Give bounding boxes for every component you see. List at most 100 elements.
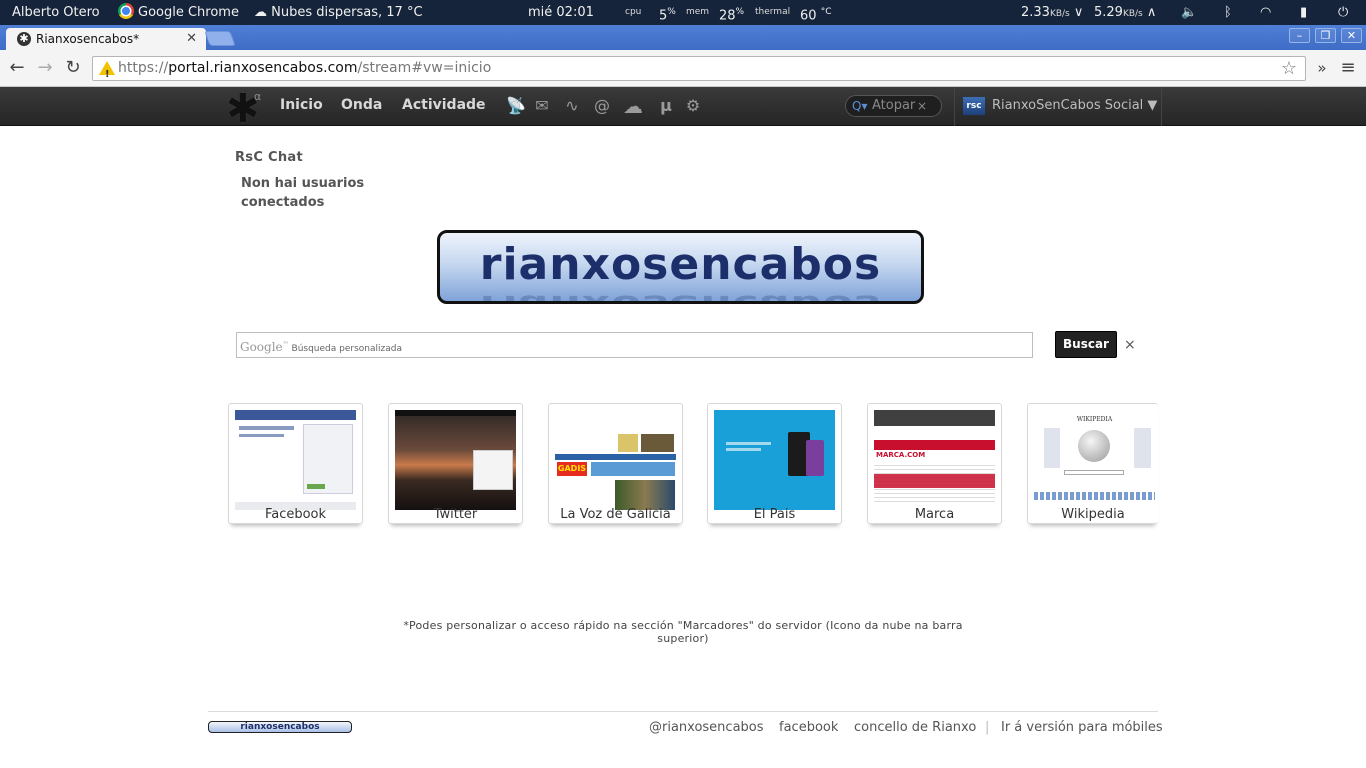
close-window-button[interactable]: ✕ [1341, 28, 1362, 43]
volume-icon[interactable]: 🔈 [1181, 0, 1197, 25]
footer-link-mobile[interactable]: Ir á versión para móbiles [1001, 719, 1163, 737]
net-download: 2.33KB/s ∨ [1021, 0, 1083, 25]
google-logo: Google™ [240, 340, 289, 354]
browser-tab-strip: ✱ Rianxosencabos* ✕ – ❐ ✕ [0, 25, 1366, 50]
footer-separator: | [985, 720, 990, 735]
speed-dial-label: Twitter [433, 507, 478, 522]
back-button[interactable]: ← [5, 57, 29, 81]
mem-percent: % [735, 7, 745, 17]
upload-icon: ∧ [1146, 5, 1157, 20]
security-warning-icon [99, 61, 115, 86]
speed-dial-el-pais[interactable]: El Pais [707, 403, 842, 524]
site-search-input[interactable]: Q▾ Atopar × [845, 95, 942, 117]
site-search-placeholder: Atopar [872, 98, 916, 113]
download-icon: ∨ [1073, 5, 1084, 20]
url-scheme: https:// [118, 60, 169, 76]
chat-title: RsC Chat [235, 150, 303, 165]
tab-close-icon[interactable]: ✕ [186, 28, 197, 50]
upload-unit: KB/s [1122, 9, 1143, 19]
search-clear-icon[interactable]: × [1124, 337, 1136, 353]
footer-link-facebook[interactable]: facebook [779, 719, 838, 737]
active-app-menu[interactable]: Google Chrome [118, 0, 239, 25]
nav-link-onda[interactable]: Onda [341, 87, 382, 126]
weather-label: Nubes dispersas, 17 °C [271, 5, 423, 20]
speed-dial-note: *Podes personalizar o acceso rápido na s… [403, 619, 963, 645]
restore-button[interactable]: ❐ [1315, 28, 1336, 43]
speed-dial-label: Facebook [264, 507, 327, 522]
mu-icon[interactable]: µ [656, 96, 676, 116]
reload-button[interactable]: ↻ [61, 57, 85, 81]
banner-text: rianxosencabos [479, 239, 882, 290]
profile-menu[interactable]: rsc RianxoSenCabos Social ▼ [954, 87, 1162, 126]
site-favicon-icon: ✱ [17, 32, 31, 46]
banner-reflection: rianxosencabos [440, 289, 921, 301]
thermal-value: 60 [800, 8, 817, 24]
footer-link-concello[interactable]: concello de Rianxo [854, 719, 976, 737]
wikipedia-thumbnail: WIKIPEDIA [1034, 410, 1155, 510]
search-icon: Q▾ [852, 99, 868, 113]
net-upload: 5.29KB/s ∧ [1094, 0, 1156, 25]
la-voz-de-galicia-thumbnail: GADIS [555, 410, 676, 510]
cloud-icon[interactable]: ☁ [623, 96, 643, 116]
system-top-bar: Alberto Otero Google Chrome ☁ Nubes disp… [0, 0, 1366, 25]
at-icon[interactable]: @ [592, 96, 612, 116]
bluetooth-icon[interactable]: ᛒ [1224, 0, 1232, 25]
clock[interactable]: mié 02:01 [528, 0, 594, 25]
avatar: rsc [963, 97, 985, 115]
extensions-overflow-icon[interactable]: » [1310, 57, 1334, 81]
search-button[interactable]: Buscar [1055, 331, 1117, 358]
speed-dial-label: Marca [914, 507, 955, 522]
new-tab-button[interactable] [204, 31, 236, 46]
address-bar[interactable]: https://portal.rianxosencabos.com/stream… [92, 56, 1306, 86]
speed-dial-wikipedia[interactable]: WIKIPEDIA Wikipedia [1027, 403, 1158, 524]
weather-indicator[interactable]: ☁ Nubes dispersas, 17 °C [254, 0, 423, 25]
satellite-icon[interactable]: 📡 [506, 96, 526, 116]
speed-dial-facebook[interactable]: Facebook [228, 403, 363, 524]
bookmark-star-icon[interactable]: ☆ [1281, 57, 1297, 80]
chat-empty-message: Non hai usuarios conectados [241, 176, 365, 210]
nav-link-actividade[interactable]: Actividade [402, 87, 486, 126]
nav-link-inicio[interactable]: Inicio [280, 87, 323, 126]
gear-icon[interactable]: ⚙ [683, 96, 703, 116]
search-clear-icon[interactable]: × [917, 96, 927, 116]
cpu-monitor: 5% [659, 0, 676, 25]
user-menu[interactable]: Alberto Otero [12, 0, 100, 25]
url-path: /stream#vw=inicio [357, 60, 492, 76]
speed-dial-twitter[interactable]: Twitter [388, 403, 523, 524]
tab-rianxosencabos[interactable]: ✱ Rianxosencabos* ✕ [6, 28, 206, 50]
download-unit: KB/s [1049, 9, 1070, 19]
footer-divider [208, 711, 1158, 712]
cpu-label: cpu [625, 7, 642, 17]
active-app-label: Google Chrome [138, 5, 239, 20]
site-logo-alpha: α [254, 90, 262, 103]
facebook-thumbnail [235, 410, 356, 510]
twitter-thumbnail [395, 410, 516, 510]
profile-name: RianxoSenCabos Social ▼ [992, 98, 1158, 113]
footer-link-twitter[interactable]: @rianxosencabos [649, 719, 764, 737]
wifi-icon[interactable]: ◠ [1260, 0, 1271, 25]
mem-value: 28 [719, 8, 736, 24]
mem-label: mem [686, 7, 710, 17]
upload-value: 5.29 [1094, 5, 1123, 20]
minimize-button[interactable]: – [1289, 28, 1310, 43]
power-icon[interactable]: ⏻ [1338, 0, 1348, 25]
google-custom-search-input[interactable]: Google™ Búsqueda personalizada [236, 332, 1033, 358]
battery-icon[interactable]: ▮ [1300, 0, 1307, 25]
pulse-icon[interactable]: ∿ [562, 96, 582, 116]
speed-dial-label: La Voz de Galicia [560, 507, 671, 522]
el-pais-thumbnail [714, 410, 835, 510]
site-banner-logo: rianxosencabos rianxosencabos [437, 230, 924, 304]
mail-icon[interactable]: ✉ [532, 96, 552, 116]
cpu-percent: % [667, 7, 676, 17]
speed-dial-marca[interactable]: MARCA.COM Marca [867, 403, 1002, 524]
mem-monitor: 28% [719, 0, 744, 25]
thermal-label: thermal [755, 7, 791, 17]
speed-dial-label: Wikipedia [1061, 507, 1125, 522]
weather-icon: ☁ [254, 5, 267, 20]
speed-dial-la-voz-de-galicia[interactable]: GADIS La Voz de Galicia [548, 403, 683, 524]
google-search-placeholder: Búsqueda personalizada [291, 344, 402, 354]
site-navbar: ✱ α Inicio Onda Actividade 📡 ✉ ∿ @ ☁ µ ⚙… [0, 87, 1366, 129]
chrome-menu-icon[interactable]: ≡ [1336, 57, 1360, 81]
footer-logo[interactable]: rianxosencabos [208, 721, 352, 733]
forward-button[interactable]: → [33, 57, 57, 81]
